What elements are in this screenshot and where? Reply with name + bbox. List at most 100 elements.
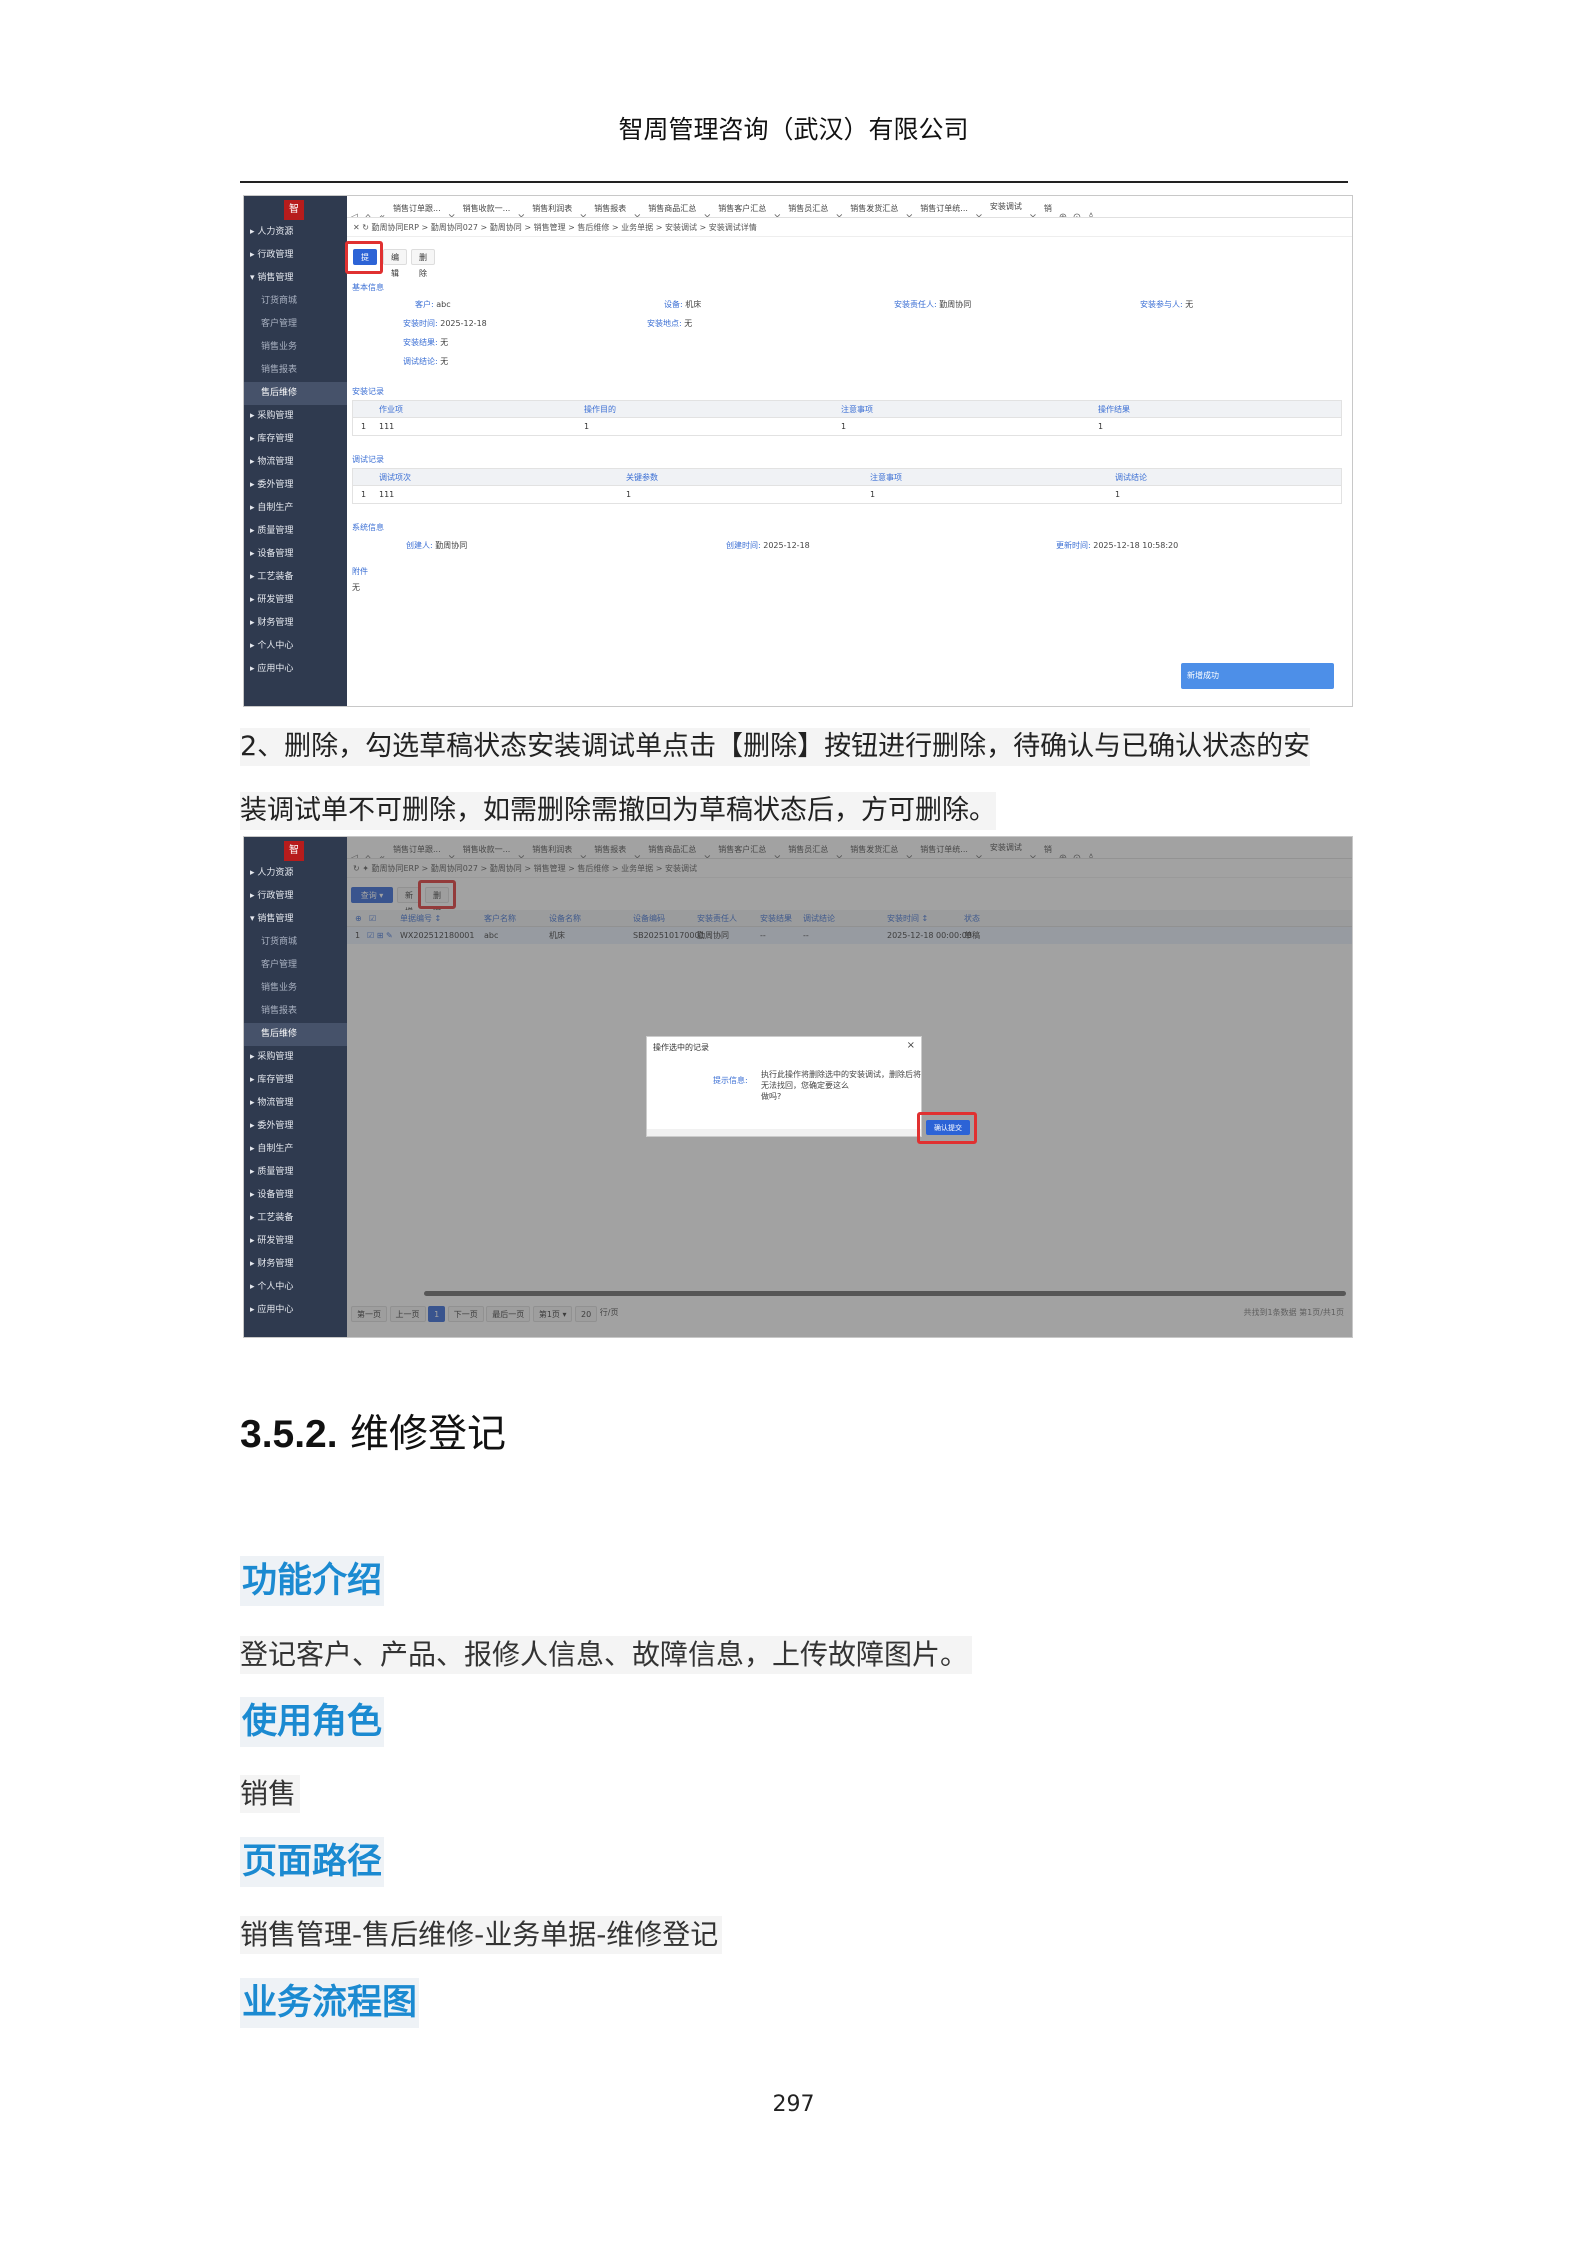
page-number: 297 bbox=[772, 2092, 815, 2117]
sidebar-item-equipment[interactable]: ▸ 设备管理 bbox=[244, 543, 347, 566]
back-icon[interactable]: ◁ bbox=[347, 207, 361, 217]
tab-sales-report[interactable]: 销售报表 bbox=[590, 198, 630, 217]
sidebar-item-sales-report[interactable]: 销售报表 bbox=[244, 1000, 347, 1023]
sidebar-item-rd[interactable]: ▸ 研发管理 bbox=[244, 1230, 347, 1253]
home-icon[interactable]: ⌂ bbox=[361, 207, 375, 217]
sidebar-item-personal[interactable]: ▸ 个人中心 bbox=[244, 1276, 347, 1299]
sidebar-item-purchase[interactable]: ▸ 采购管理 bbox=[244, 405, 347, 428]
confirm-dialog: 操作选中的记录 × 提示信息: 执行此操作将删除选中的安装调试，删除后将无法找回… bbox=[646, 1036, 922, 1137]
sidebar-item-sales[interactable]: ▾ 销售管理 bbox=[244, 267, 347, 290]
breadcrumb: ✕ ↻ 勤周协同ERP > 勤周协同027 > 勤周协同 > 销售管理 > 售后… bbox=[347, 218, 1352, 237]
sidebar-item-apps[interactable]: ▸ 应用中心 bbox=[244, 1299, 347, 1322]
header-rule bbox=[240, 181, 1348, 183]
dialog-message: 执行此操作将删除选中的安装调试，删除后将无法找回，您确定要这么 做吗? bbox=[761, 1070, 921, 1101]
sidebar-item-purchase[interactable]: ▸ 采购管理 bbox=[244, 1046, 347, 1069]
function-intro-text: 登记客户、产品、报修人信息、故障信息，上传故障图片。 bbox=[240, 1636, 973, 1674]
sidebar-item-personal[interactable]: ▸ 个人中心 bbox=[244, 635, 347, 658]
field-equipment: 设备: 机床 bbox=[664, 300, 702, 309]
sidebar-item-stock[interactable]: ▸ 库存管理 bbox=[244, 428, 347, 451]
globe-icon[interactable]: ⊕ bbox=[1056, 207, 1070, 217]
field-create-time: 创建时间: 2025-12-18 bbox=[726, 541, 810, 550]
section-heading: 3.5.2. 维修登记 bbox=[240, 1412, 506, 1457]
sidebar-item-admin[interactable]: ▸ 行政管理 bbox=[244, 244, 347, 267]
field-creator: 创建人: 勤周协同 bbox=[406, 541, 468, 550]
sidebar-item-mall[interactable]: 订货商城 bbox=[244, 290, 347, 313]
sidebar-item-hr[interactable]: ▸ 人力资源 bbox=[244, 862, 347, 885]
sidebar-item-production[interactable]: ▸ 自制生产 bbox=[244, 1138, 347, 1161]
tab-sales-order-stats[interactable]: 销售订单统... bbox=[916, 198, 972, 217]
sidebar-item-quality[interactable]: ▸ 质量管理 bbox=[244, 1161, 347, 1184]
sidebar-item-logistics[interactable]: ▸ 物流管理 bbox=[244, 1092, 347, 1115]
dialog-label: 提示信息: bbox=[713, 1076, 748, 1085]
field-install-participant: 安装参与人: 无 bbox=[1140, 300, 1194, 309]
sidebar-item-sales-report[interactable]: 销售报表 bbox=[244, 359, 347, 382]
sidebar-item-finance[interactable]: ▸ 财务管理 bbox=[244, 612, 347, 635]
user-icon[interactable]: ♙ bbox=[1084, 207, 1098, 217]
field-install-owner: 安装责任人: 勤周协同 bbox=[894, 300, 972, 309]
refresh-icon[interactable]: ↻ bbox=[362, 223, 369, 232]
screenshot-install-list-delete: 智 ▸ 人力资源 ▸ 行政管理 ▾ 销售管理 订货商城 客户管理 销售业务 销售… bbox=[243, 836, 1353, 1338]
heading-page-path: 页面路径 bbox=[240, 1837, 385, 1887]
tab-sales-profit[interactable]: 销售利润表 bbox=[528, 198, 576, 217]
paragraph-delete-line1: 2、删除，勾选草稿状态安装调试单点击【删除】按钮进行删除，待确认与已确认状态的安 bbox=[240, 728, 1311, 766]
highlight-box-confirm bbox=[917, 1112, 977, 1144]
install-records-table: 作业项 操作目的 注意事项 操作结果 1 111 1 1 1 bbox=[352, 400, 1342, 436]
sidebar-item-tooling[interactable]: ▸ 工艺装备 bbox=[244, 1207, 347, 1230]
sidebar-item-hr[interactable]: ▸ 人力资源 bbox=[244, 221, 347, 244]
section-debug-records: 调试记录 bbox=[352, 455, 384, 464]
section-system-info: 系统信息 bbox=[352, 523, 384, 532]
table-row[interactable]: 1 111 1 1 1 bbox=[353, 418, 1341, 435]
close-icon[interactable]: ✕ bbox=[353, 223, 360, 232]
tab-install-debug[interactable]: 安装调试 bbox=[985, 196, 1026, 217]
tab-sales-order-track[interactable]: 销售订单跟... bbox=[389, 198, 445, 217]
section-attachment: 附件 bbox=[352, 567, 368, 576]
close-icon[interactable]: × bbox=[907, 1040, 915, 1051]
sidebar-item-sales-biz[interactable]: 销售业务 bbox=[244, 336, 347, 359]
sidebar-item-sales-biz[interactable]: 销售业务 bbox=[244, 977, 347, 1000]
sidebar: 智 ▸ 人力资源 ▸ 行政管理 ▾ 销售管理 订货商城 客户管理 销售业务 销售… bbox=[244, 837, 347, 1337]
sidebar-item-customer[interactable]: 客户管理 bbox=[244, 954, 347, 977]
table-header: 作业项 操作目的 注意事项 操作结果 bbox=[353, 401, 1341, 418]
sidebar-item-sales[interactable]: ▾ 销售管理 bbox=[244, 908, 347, 931]
zoom-icon[interactable]: ⊙ bbox=[1070, 207, 1084, 217]
sidebar-item-admin[interactable]: ▸ 行政管理 bbox=[244, 885, 347, 908]
field-install-time: 安装时间: 2025-12-18 bbox=[403, 319, 487, 328]
sidebar-item-apps[interactable]: ▸ 应用中心 bbox=[244, 658, 347, 681]
tab-salesman-summary[interactable]: 销售员汇总 bbox=[784, 198, 832, 217]
sidebar-item-outsourcing[interactable]: ▸ 委外管理 bbox=[244, 474, 347, 497]
dialog-title: 操作选中的记录 bbox=[653, 1043, 709, 1052]
success-toast: 新增成功 bbox=[1181, 663, 1334, 689]
sidebar-item-equipment[interactable]: ▸ 设备管理 bbox=[244, 1184, 347, 1207]
sidebar-item-logistics[interactable]: ▸ 物流管理 bbox=[244, 451, 347, 474]
app-logo: 智 bbox=[284, 841, 304, 861]
table-row[interactable]: 1 111 1 1 1 bbox=[353, 486, 1341, 503]
edit-button[interactable]: 编辑 bbox=[383, 249, 407, 278]
tab-sales-customer-summary[interactable]: 销售客户汇总 bbox=[714, 198, 770, 217]
field-debug-conclusion: 调试结论: 无 bbox=[403, 357, 449, 366]
sidebar-item-after-sales[interactable]: 售后维修 bbox=[244, 382, 347, 405]
tab-more[interactable]: 销 bbox=[1040, 198, 1056, 217]
sidebar-item-quality[interactable]: ▸ 质量管理 bbox=[244, 520, 347, 543]
sidebar-item-finance[interactable]: ▸ 财务管理 bbox=[244, 1253, 347, 1276]
table-header: 调试项次 关键参数 注意事项 调试结论 bbox=[353, 469, 1341, 486]
sidebar-item-production[interactable]: ▸ 自制生产 bbox=[244, 497, 347, 520]
sidebar-item-rd[interactable]: ▸ 研发管理 bbox=[244, 589, 347, 612]
sidebar-item-stock[interactable]: ▸ 库存管理 bbox=[244, 1069, 347, 1092]
sidebar-item-mall[interactable]: 订货商城 bbox=[244, 931, 347, 954]
tab-sales-delivery-summary[interactable]: 销售发货汇总 bbox=[846, 198, 902, 217]
sidebar-item-after-sales[interactable]: 售后维修 bbox=[244, 1023, 347, 1046]
screenshot-install-detail: 智 ▸ 人力资源 ▸ 行政管理 ▾ 销售管理 订货商城 客户管理 销售业务 销售… bbox=[243, 195, 1353, 707]
sidebar-item-customer[interactable]: 客户管理 bbox=[244, 313, 347, 336]
sidebar: 智 ▸ 人力资源 ▸ 行政管理 ▾ 销售管理 订货商城 客户管理 销售业务 销售… bbox=[244, 196, 347, 706]
double-left-icon[interactable]: « bbox=[375, 207, 389, 217]
page-header: 智周管理咨询（武汉）有限公司 bbox=[618, 115, 969, 144]
sidebar-item-outsourcing[interactable]: ▸ 委外管理 bbox=[244, 1115, 347, 1138]
heading-business-flow: 业务流程图 bbox=[240, 1978, 420, 2028]
tab-sales-receipt[interactable]: 销售收款一... bbox=[459, 198, 515, 217]
section-basic-info: 基本信息 bbox=[352, 283, 384, 292]
sidebar-item-tooling[interactable]: ▸ 工艺装备 bbox=[244, 566, 347, 589]
field-update-time: 更新时间: 2025-12-18 10:58:20 bbox=[1056, 541, 1179, 550]
delete-button[interactable]: 删除 bbox=[411, 249, 435, 278]
tab-bar: ◁⌂«销售订单跟...×销售收款一...×销售利润表×销售报表×销售商品汇总×销… bbox=[347, 196, 1352, 218]
tab-sales-goods-summary[interactable]: 销售商品汇总 bbox=[644, 198, 700, 217]
